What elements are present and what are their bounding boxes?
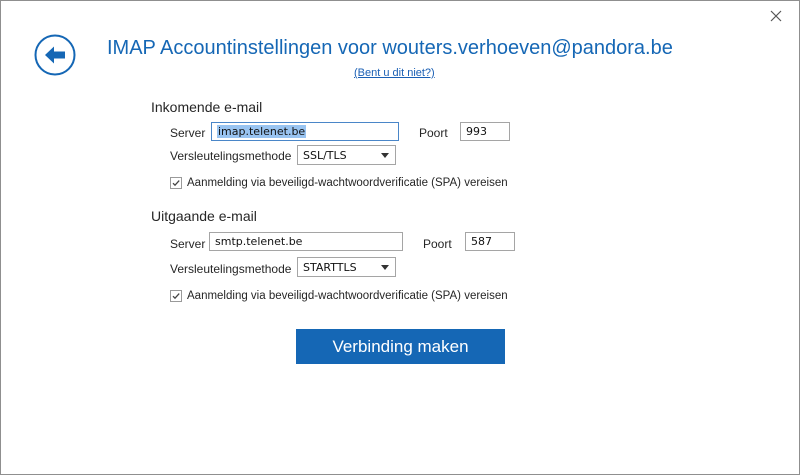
outgoing-spa-row: Aanmelding via beveiligd-wachtwoordverif… — [170, 290, 508, 302]
incoming-server-value: imap.telenet.be — [217, 125, 307, 138]
incoming-server-input[interactable]: imap.telenet.be — [211, 122, 399, 141]
outgoing-encryption-value: STARTTLS — [303, 261, 357, 274]
checkmark-icon — [172, 180, 180, 187]
incoming-encryption-value: SSL/TLS — [303, 149, 347, 162]
page-title: IMAP Accountinstellingen voor wouters.ve… — [107, 37, 673, 59]
outgoing-port-input[interactable]: 587 — [465, 232, 515, 251]
incoming-encryption-select[interactable]: SSL/TLS — [297, 145, 396, 165]
close-button[interactable] — [764, 5, 788, 27]
outgoing-port-label: Poort — [423, 237, 452, 251]
incoming-section-title: Inkomende e-mail — [151, 99, 263, 115]
incoming-spa-checkbox[interactable] — [170, 177, 182, 189]
outgoing-encryption-label: Versleutelingsmethode — [170, 262, 292, 276]
outgoing-spa-label: Aanmelding via beveiligd-wachtwoordverif… — [187, 290, 508, 302]
imap-settings-dialog: IMAP Accountinstellingen voor wouters.ve… — [0, 0, 800, 475]
outgoing-encryption-select[interactable]: STARTTLS — [297, 257, 396, 277]
incoming-port-label: Poort — [419, 126, 448, 140]
back-button[interactable] — [34, 34, 76, 76]
chevron-down-icon — [381, 153, 389, 158]
chevron-down-icon — [381, 265, 389, 270]
incoming-port-input[interactable]: 993 — [460, 122, 510, 141]
incoming-spa-row: Aanmelding via beveiligd-wachtwoordverif… — [170, 177, 508, 189]
incoming-spa-label: Aanmelding via beveiligd-wachtwoordverif… — [187, 177, 508, 189]
outgoing-section-title: Uitgaande e-mail — [151, 208, 257, 224]
not-you-link[interactable]: (Bent u dit niet?) — [354, 67, 435, 79]
connect-button[interactable]: Verbinding maken — [296, 329, 505, 364]
outgoing-server-input[interactable]: smtp.telenet.be — [209, 232, 403, 251]
outgoing-spa-checkbox[interactable] — [170, 290, 182, 302]
incoming-server-label: Server — [170, 126, 206, 140]
close-icon — [770, 10, 782, 22]
incoming-encryption-label: Versleutelingsmethode — [170, 149, 292, 163]
checkmark-icon — [172, 293, 180, 300]
back-arrow-circle-icon — [34, 34, 76, 76]
outgoing-server-label: Server — [170, 237, 206, 251]
